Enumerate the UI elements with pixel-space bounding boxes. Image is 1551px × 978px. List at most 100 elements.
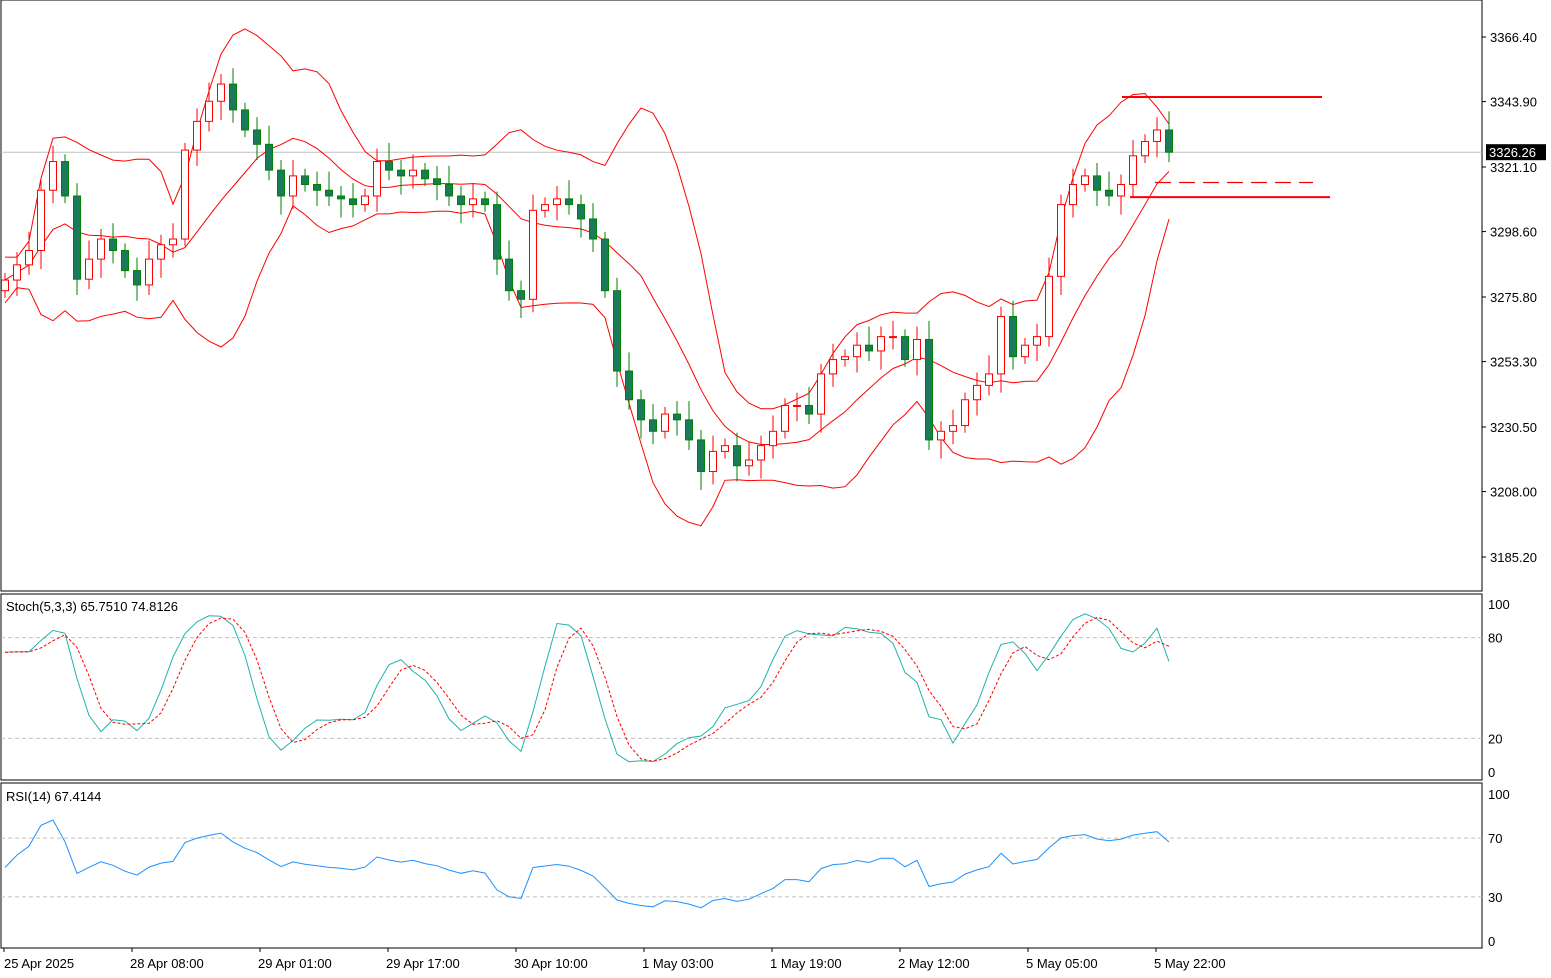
bearish-candle [901, 329, 909, 367]
rsi-level-label: 100 [1488, 787, 1510, 802]
bearish-candle [649, 404, 657, 445]
candle-body [949, 425, 957, 432]
price-tick-label: 3230.50 [1490, 420, 1537, 435]
candle-body [961, 399, 969, 427]
bullish-candle [361, 188, 369, 212]
candle-body [817, 373, 825, 415]
price-tick-label: 3321.10 [1490, 160, 1537, 175]
candle-body [1, 279, 9, 292]
candle-body [241, 109, 249, 131]
time-tick-label: 2 May 12:00 [898, 956, 970, 971]
bullish-candle [529, 194, 537, 313]
time-tick-label: 29 Apr 01:00 [258, 956, 332, 971]
candle-body [433, 178, 441, 186]
bearish-candle [493, 191, 501, 275]
candle-body [721, 445, 729, 452]
candle-body [565, 198, 573, 206]
candle-body [877, 336, 885, 352]
bullish-candle [949, 409, 957, 445]
bearish-candle [73, 183, 81, 295]
current-price-label: 3326.26 [1489, 145, 1536, 160]
bearish-candle [697, 429, 705, 491]
bullish-candle [409, 154, 417, 189]
stochastic-level-label: 0 [1488, 765, 1495, 780]
bearish-candle [865, 326, 873, 361]
candle-body [49, 161, 57, 191]
candle-body [481, 198, 489, 206]
candle-body [61, 161, 69, 197]
bearish-candle [805, 386, 813, 425]
candle-body [901, 336, 909, 361]
candle-body [493, 204, 501, 260]
candle-body [661, 413, 669, 432]
candle-body [1093, 175, 1101, 191]
rsi-level-label: 30 [1488, 890, 1502, 905]
bullish-candle [1081, 168, 1089, 192]
price-tick-label: 3253.30 [1490, 355, 1537, 370]
rsi-line [4, 819, 1170, 909]
stochastic-level-label: 100 [1488, 597, 1510, 612]
bearish-candle [301, 168, 309, 192]
candle-body [469, 198, 477, 206]
candle-body [733, 445, 741, 467]
bullish-candle [373, 148, 381, 212]
bearish-candle [577, 194, 585, 238]
candle-body [193, 120, 201, 151]
candle-body [757, 445, 765, 461]
bearish-candle [337, 185, 345, 218]
candle-body [205, 100, 213, 122]
bullish-candle [769, 415, 777, 459]
time-tick-label: 1 May 19:00 [770, 956, 842, 971]
time-tick-label: 28 Apr 08:00 [130, 956, 204, 971]
bullish-candle [913, 326, 921, 376]
bullish-candle [661, 406, 669, 439]
bullish-candle [817, 363, 825, 433]
bearish-candle [313, 171, 321, 207]
bearish-candle [121, 243, 129, 278]
bearish-candle [625, 352, 633, 410]
candle-body [913, 338, 921, 361]
candle-body [277, 169, 285, 197]
bullish-candle [25, 231, 33, 275]
candle-body [1069, 184, 1077, 206]
trading-chart[interactable]: 3366.40 3343.90 3321.10 3298.60 3275.80 3253.… [0, 0, 1551, 978]
time-tick-label: 1 May 03:00 [642, 956, 714, 971]
candle-body [169, 238, 177, 246]
bullish-candle [1117, 174, 1125, 215]
time-tick-label: 25 Apr 2025 [4, 956, 74, 971]
candle-body [85, 258, 93, 280]
candle-body [685, 419, 693, 441]
candle-body [805, 404, 813, 415]
panel-frames [0, 0, 1483, 949]
candle-body [457, 195, 465, 206]
candle-body [409, 169, 417, 177]
candle-body [133, 270, 141, 286]
bearish-candle [445, 165, 453, 207]
price-axis: 3366.40 3343.90 3321.10 3298.60 3275.80 3253.… [1482, 30, 1537, 565]
bullish-candle [997, 306, 1005, 393]
bearish-candle [613, 277, 621, 387]
bollinger-middle-band [4, 137, 1170, 445]
candle-body [109, 238, 117, 252]
bullish-candle [781, 398, 789, 439]
candle-body [397, 169, 405, 177]
bullish-candle [973, 372, 981, 416]
candle-body [925, 338, 933, 441]
bullish-candle [1129, 140, 1137, 198]
candle-body [265, 143, 273, 171]
candle-body [349, 198, 357, 206]
time-tick-label: 29 Apr 17:00 [386, 956, 460, 971]
candle-body [445, 184, 453, 197]
bullish-candle [889, 320, 897, 350]
candle-body [781, 404, 789, 432]
bullish-candle [205, 82, 213, 132]
candle-body [13, 264, 21, 281]
bullish-candle [1, 272, 9, 298]
bollinger-upper-band [4, 28, 1170, 410]
bearish-candle [1105, 171, 1113, 207]
bullish-candle [853, 332, 861, 373]
candle-body [649, 419, 657, 432]
candle-body [253, 129, 261, 145]
candle-body [829, 359, 837, 375]
candle-body [421, 169, 429, 180]
